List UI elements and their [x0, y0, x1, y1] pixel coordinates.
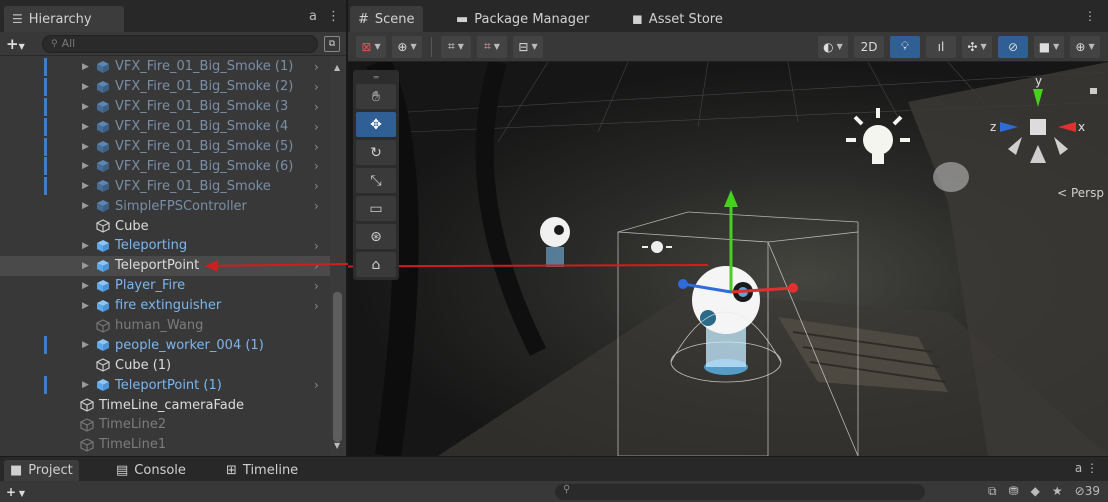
hidden-packages-counter[interactable]: ⊘39	[1075, 484, 1100, 499]
search-icon: ⚲	[563, 484, 571, 495]
annotation-overlay	[204, 260, 349, 272]
scene-visibility-icon[interactable]: ⧉	[988, 484, 997, 499]
project-toolbar: + ▼ ⚲ ⧉ ⛃ ◆ ★ ⊘39	[0, 481, 1108, 502]
annotation-arrowhead-icon	[205, 260, 218, 272]
project-panel: ■ Project ▤ Console ⊞ Timeline a ⋮ + ▼ ⚲…	[0, 456, 1108, 502]
timeline-icon: ⊞	[226, 463, 237, 478]
tab-timeline[interactable]: ⊞ Timeline	[220, 460, 304, 481]
project-search-input[interactable]: ⚲	[555, 484, 925, 500]
filter-type-icon[interactable]: ⛃	[1009, 484, 1019, 499]
label-tag-icon[interactable]: ◆	[1031, 484, 1040, 499]
project-tabbar: ■ Project ▤ Console ⊞ Timeline a ⋮	[0, 457, 1108, 481]
console-icon: ▤	[116, 463, 129, 478]
project-add-button[interactable]: + ▼	[6, 485, 25, 499]
tab-console[interactable]: ▤ Console	[110, 460, 192, 481]
lock-icon[interactable]: a ⋮	[1075, 461, 1098, 475]
folder-icon: ■	[10, 463, 23, 478]
tab-project[interactable]: ■ Project	[4, 460, 79, 481]
favorite-star-icon[interactable]: ★	[1052, 484, 1063, 499]
